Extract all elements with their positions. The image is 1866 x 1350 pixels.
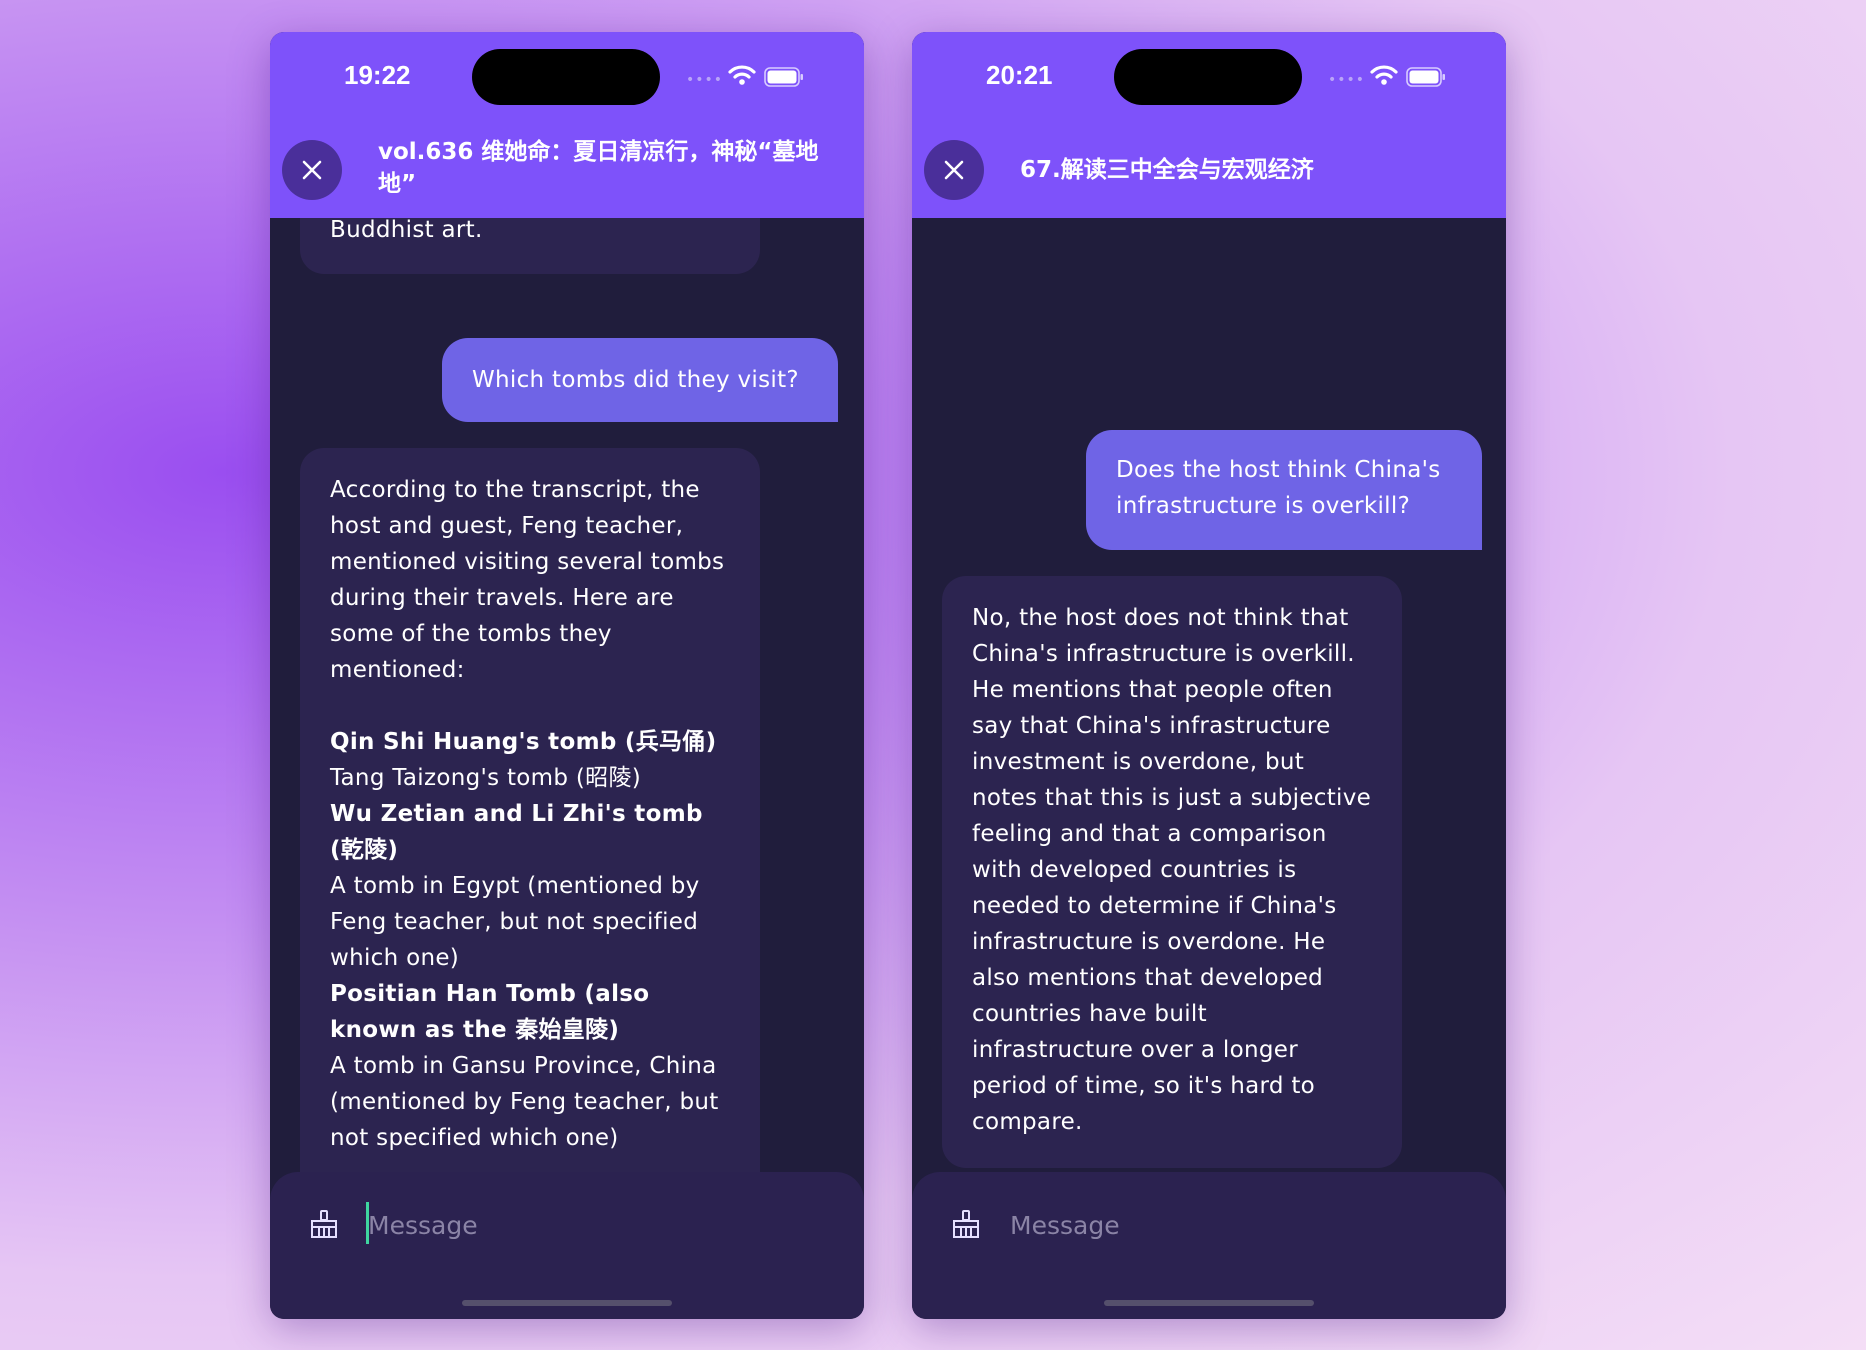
user-message: Which tombs did they visit? bbox=[442, 338, 838, 422]
tomb-item: Positian Han Tomb (also known as the 秦始皇… bbox=[330, 981, 650, 1043]
user-message-text: Does the host think China's infrastructu… bbox=[1116, 457, 1441, 519]
broom-icon[interactable] bbox=[950, 1208, 982, 1240]
ai-message: Buddhist art. bbox=[300, 218, 760, 274]
battery-icon bbox=[1406, 67, 1445, 87]
cellular-signal-icon: •••• bbox=[1328, 72, 1366, 88]
ai-message-text: Buddhist art. bbox=[330, 218, 483, 243]
text-cursor bbox=[366, 1202, 369, 1244]
cellular-signal-icon: •••• bbox=[686, 72, 724, 88]
ai-message: According to the transcript, the host an… bbox=[300, 448, 760, 1208]
tomb-item: Qin Shi Huang's tomb (兵马俑) bbox=[330, 729, 717, 755]
message-composer bbox=[912, 1172, 1506, 1319]
user-message-text: Which tombs did they visit? bbox=[472, 367, 799, 393]
chat-messages[interactable]: Buddhist art. Which tombs did they visit… bbox=[270, 218, 864, 1208]
close-icon bbox=[944, 160, 964, 180]
chat-screen-right: 20:21 •••• 67.解读三中全会与宏观经济 Does the host … bbox=[912, 32, 1506, 1319]
header: 19:22 •••• vol.636 维她命：夏日清凉行，神秘“墓地地” bbox=[270, 32, 864, 218]
wifi-icon bbox=[1370, 65, 1398, 85]
close-icon bbox=[302, 160, 322, 180]
chat-screen-left: 19:22 •••• vol.636 维她命：夏日清凉行，神秘“墓地地” Bud… bbox=[270, 32, 864, 1319]
ai-message-intro: According to the transcript, the host an… bbox=[330, 477, 725, 683]
close-button[interactable] bbox=[924, 140, 984, 200]
status-time: 20:21 bbox=[986, 60, 1053, 90]
broom-icon[interactable] bbox=[308, 1208, 340, 1240]
user-message: Does the host think China's infrastructu… bbox=[1086, 430, 1482, 550]
header: 20:21 •••• 67.解读三中全会与宏观经济 bbox=[912, 32, 1506, 218]
message-input[interactable] bbox=[366, 1200, 810, 1250]
wifi-icon bbox=[728, 65, 756, 85]
status-icons: •••• bbox=[686, 64, 816, 88]
episode-title: 67.解读三中全会与宏观经济 bbox=[1020, 157, 1314, 183]
tomb-item: A tomb in Egypt (mentioned by Feng teach… bbox=[330, 873, 700, 971]
ai-message-text: No, the host does not think that China's… bbox=[972, 605, 1372, 1135]
episode-title: vol.636 维她命：夏日清凉行，神秘“墓地地” bbox=[378, 139, 819, 197]
status-time: 19:22 bbox=[344, 60, 411, 90]
tomb-item: A tomb in Gansu Province, China (mention… bbox=[330, 1053, 719, 1151]
dynamic-island bbox=[472, 49, 660, 105]
home-indicator[interactable] bbox=[1104, 1300, 1314, 1306]
message-input[interactable] bbox=[1008, 1200, 1452, 1250]
status-icons: •••• bbox=[1328, 64, 1458, 88]
chat-messages[interactable]: Does the host think China's infrastructu… bbox=[912, 218, 1506, 1208]
dynamic-island bbox=[1114, 49, 1302, 105]
ai-message: No, the host does not think that China's… bbox=[942, 576, 1402, 1168]
tomb-item: Wu Zetian and Li Zhi's tomb (乾陵) bbox=[330, 801, 703, 863]
home-indicator[interactable] bbox=[462, 1300, 672, 1306]
tomb-item: Tang Taizong's tomb (昭陵) bbox=[330, 765, 642, 791]
battery-icon bbox=[764, 67, 803, 87]
message-composer bbox=[270, 1172, 864, 1319]
close-button[interactable] bbox=[282, 140, 342, 200]
